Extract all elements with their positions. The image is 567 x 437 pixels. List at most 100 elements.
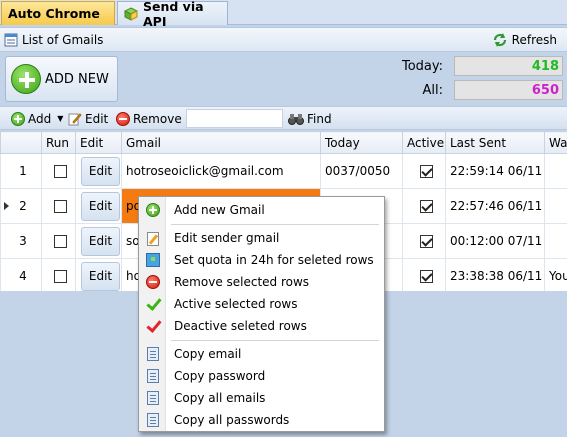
edit-icon	[68, 112, 82, 126]
row-header-corner	[0, 131, 42, 154]
row-number[interactable]: 2	[0, 188, 42, 224]
edit-cell: Edit	[75, 223, 122, 259]
all-label: All:	[422, 83, 444, 98]
column-header-edit[interactable]: Edit	[75, 131, 122, 154]
run-cell[interactable]	[41, 188, 76, 224]
grid-header-row: Run Edit Gmail Today Active Last Sent Wa	[0, 131, 567, 154]
menu-item-active-selected[interactable]: Active selected rows	[139, 293, 384, 315]
last-sent-cell[interactable]: 22:59:14 06/11	[445, 153, 545, 189]
active-cell[interactable]	[402, 258, 446, 294]
tab-send-via-api-label: Send via API	[143, 0, 204, 29]
find-input[interactable]	[186, 109, 283, 128]
add-dropdown-button[interactable]: Add ▼	[11, 110, 63, 127]
today-cell[interactable]: 0037/0050	[320, 153, 403, 189]
add-circle-icon	[11, 111, 25, 126]
last-sent-cell[interactable]: 22:57:46 06/11	[445, 188, 545, 224]
menu-label: Add new Gmail	[174, 203, 265, 217]
panel-title-text: List of Gmails	[22, 32, 104, 47]
menu-label: Remove selected rows	[174, 275, 310, 289]
tab-auto-chrome[interactable]: Auto Chrome	[1, 1, 115, 25]
menu-label: Active selected rows	[174, 297, 298, 311]
find-button[interactable]: Find	[288, 110, 332, 127]
red-check-icon	[146, 320, 160, 332]
gmail-cell[interactable]: hotroseoiclick@gmail.com	[121, 153, 321, 189]
add-new-button[interactable]: ADD NEW	[5, 56, 118, 102]
wa-cell[interactable]	[544, 188, 567, 224]
column-header-active[interactable]: Active	[402, 131, 446, 154]
tab-send-via-api[interactable]: Send via API	[117, 0, 228, 29]
menu-item-copy-all-emails[interactable]: Copy all emails	[139, 387, 384, 409]
copy-icon	[146, 369, 159, 383]
wa-cell[interactable]	[544, 223, 567, 259]
active-checkbox[interactable]	[419, 165, 433, 178]
menu-item-edit-sender[interactable]: Edit sender gmail	[139, 227, 384, 249]
add-circle-icon	[145, 203, 160, 217]
menu-item-copy-password[interactable]: Copy password	[139, 365, 384, 387]
row-number[interactable]: 3	[0, 223, 42, 259]
row-edit-button[interactable]: Edit	[81, 191, 120, 221]
row-number[interactable]: 4	[0, 258, 42, 294]
menu-item-remove-selected[interactable]: Remove selected rows	[139, 271, 384, 293]
menu-label: Set quota in 24h for seleted rows	[174, 253, 374, 267]
menu-item-set-quota[interactable]: Set quota in 24h for seleted rows	[139, 249, 384, 271]
current-row-arrow-icon	[4, 202, 9, 210]
find-label: Find	[307, 111, 332, 126]
row-edit-button[interactable]: Edit	[81, 261, 120, 291]
row-edit-button[interactable]: Edit	[81, 226, 120, 256]
active-checkbox[interactable]	[419, 235, 433, 248]
run-checkbox[interactable]	[54, 165, 67, 178]
remove-button[interactable]: Remove	[116, 110, 182, 127]
run-checkbox[interactable]	[54, 270, 67, 283]
column-header-gmail[interactable]: Gmail	[121, 131, 321, 154]
column-header-last-sent[interactable]: Last Sent	[445, 131, 545, 154]
menu-item-copy-email[interactable]: Copy email	[139, 343, 384, 365]
column-header-run[interactable]: Run	[41, 131, 76, 154]
add-icon	[11, 64, 41, 94]
table-row[interactable]: 1 Edit hotroseoiclick@gmail.com 0037/005…	[0, 153, 567, 189]
last-sent-cell[interactable]: 23:38:38 06/11	[445, 258, 545, 294]
run-checkbox[interactable]	[54, 235, 67, 248]
row-number[interactable]: 1	[0, 153, 42, 189]
active-checkbox[interactable]	[419, 270, 433, 283]
row-edit-button[interactable]: Edit	[81, 156, 120, 186]
panel-title: List of Gmails	[4, 33, 103, 47]
package-icon	[123, 6, 139, 21]
remove-label: Remove	[133, 111, 182, 126]
wa-cell[interactable]	[544, 153, 567, 189]
active-cell[interactable]	[402, 223, 446, 259]
edit-button[interactable]: Edit	[68, 110, 108, 127]
menu-label: Deactive seleted rows	[174, 319, 307, 333]
menu-label: Copy email	[174, 347, 242, 361]
edit-cell: Edit	[75, 188, 122, 224]
today-count: 418	[454, 56, 563, 76]
grid-toolbar: Add ▼ Edit Remove Find	[0, 106, 567, 130]
add-new-label: ADD NEW	[45, 71, 109, 87]
remove-icon	[145, 275, 160, 289]
menu-item-add-new-gmail[interactable]: Add new Gmail	[139, 199, 384, 221]
run-cell[interactable]	[41, 153, 76, 189]
edit-cell: Edit	[75, 258, 122, 294]
binoculars-icon	[288, 112, 304, 126]
active-checkbox[interactable]	[419, 200, 433, 213]
last-sent-cell[interactable]: 00:12:00 07/11	[445, 223, 545, 259]
menu-item-copy-all-passwords[interactable]: Copy all passwords	[139, 409, 384, 431]
refresh-label: Refresh	[511, 33, 557, 47]
all-count-value: 650	[531, 83, 559, 98]
menu-label: Copy password	[174, 369, 266, 383]
context-menu: Add new Gmail Edit sender gmail Set quot…	[138, 196, 385, 432]
list-icon	[4, 33, 18, 47]
refresh-button[interactable]: Refresh	[492, 32, 557, 48]
active-cell[interactable]	[402, 188, 446, 224]
today-count-value: 418	[531, 59, 559, 74]
active-cell[interactable]	[402, 153, 446, 189]
menu-separator	[171, 224, 379, 225]
run-cell[interactable]	[41, 258, 76, 294]
wa-cell[interactable]: You	[544, 258, 567, 294]
run-cell[interactable]	[41, 223, 76, 259]
edit-label: Edit	[85, 111, 109, 126]
panel-header: List of Gmails Refresh	[0, 27, 567, 52]
run-checkbox[interactable]	[54, 200, 67, 213]
menu-item-deactive-selected[interactable]: Deactive seleted rows	[139, 315, 384, 337]
column-header-today[interactable]: Today	[320, 131, 403, 154]
column-header-wa[interactable]: Wa	[544, 131, 567, 154]
